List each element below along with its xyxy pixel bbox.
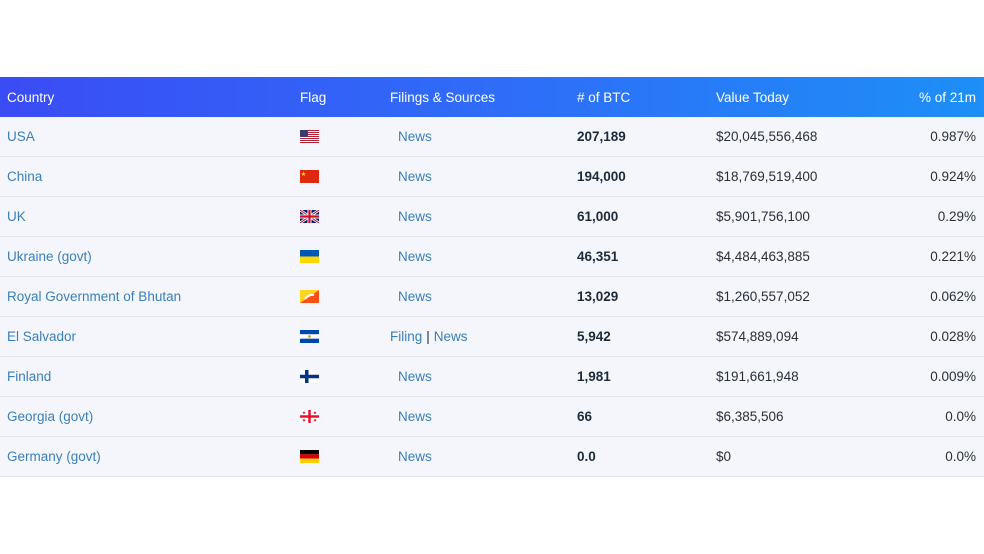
country-link[interactable]: Germany (govt) (7, 449, 101, 464)
georgia-flag-icon (300, 410, 319, 423)
sources-cell: News (390, 409, 432, 424)
btc-amount: 66 (577, 409, 593, 424)
value-today: $191,661,948 (716, 369, 799, 384)
sources-cell: News (390, 129, 432, 144)
country-link[interactable]: El Salvador (7, 329, 76, 344)
btc-amount: 61,000 (577, 209, 619, 224)
el-salvador-flag-icon (300, 330, 319, 343)
table-row: USA News 207,189 $20,045,556,468 0.987% (0, 117, 984, 157)
china-flag-icon (300, 170, 319, 183)
header-value[interactable]: Value Today (716, 90, 789, 105)
btc-amount: 46,351 (577, 249, 619, 264)
source-separator (390, 209, 398, 224)
sources-cell: News (390, 169, 432, 184)
news-link[interactable]: News (398, 249, 432, 264)
source-separator (390, 169, 398, 184)
header-pct[interactable]: % of 21m (919, 90, 976, 105)
sources-cell: Filing | News (390, 329, 468, 344)
news-link[interactable]: News (398, 129, 432, 144)
sources-cell: News (390, 449, 432, 464)
table-row: Finland News 1,981 $191,661,948 0.009% (0, 357, 984, 397)
source-separator: | (426, 329, 430, 344)
value-today: $4,484,463,885 (716, 249, 810, 264)
header-filings[interactable]: Filings & Sources (390, 90, 495, 105)
pct-of-21m: 0.29% (937, 209, 976, 224)
btc-amount: 0.0 (577, 449, 596, 464)
btc-amount: 194,000 (577, 169, 626, 184)
source-separator (390, 289, 398, 304)
pct-of-21m: 0.062% (930, 289, 976, 304)
source-separator (390, 409, 398, 424)
table-row: Germany (govt) News 0.0 $0 0.0% (0, 437, 984, 477)
value-today: $1,260,557,052 (716, 289, 810, 304)
sources-cell: News (390, 369, 432, 384)
sources-cell: News (390, 289, 432, 304)
country-link[interactable]: Royal Government of Bhutan (7, 289, 181, 304)
btc-amount: 5,942 (577, 329, 611, 344)
news-link[interactable]: News (398, 369, 432, 384)
value-today: $18,769,519,400 (716, 169, 818, 184)
country-link[interactable]: Ukraine (govt) (7, 249, 92, 264)
btc-amount: 207,189 (577, 129, 626, 144)
news-link[interactable]: News (398, 169, 432, 184)
germany-flag-icon (300, 450, 319, 463)
value-today: $20,045,556,468 (716, 129, 818, 144)
sources-cell: News (390, 209, 432, 224)
source-separator (390, 369, 398, 384)
news-link[interactable]: News (398, 409, 432, 424)
header-btc[interactable]: # of BTC (577, 90, 630, 105)
pct-of-21m: 0.221% (930, 249, 976, 264)
pct-of-21m: 0.028% (930, 329, 976, 344)
pct-of-21m: 0.0% (945, 409, 976, 424)
value-today: $574,889,094 (716, 329, 799, 344)
country-link[interactable]: Georgia (govt) (7, 409, 93, 424)
finland-flag-icon (300, 370, 319, 383)
value-today: $5,901,756,100 (716, 209, 810, 224)
table-row: El Salvador Filing | News 5,942 $574,889,0… (0, 317, 984, 357)
btc-amount: 13,029 (577, 289, 619, 304)
header-flag[interactable]: Flag (300, 90, 326, 105)
bhutan-flag-icon (300, 290, 319, 303)
ukraine-flag-icon (300, 250, 319, 263)
news-link[interactable]: News (398, 209, 432, 224)
news-link[interactable]: News (398, 289, 432, 304)
country-link[interactable]: Finland (7, 369, 51, 384)
pct-of-21m: 0.987% (930, 129, 976, 144)
table-row: Ukraine (govt) News 46,351 $4,484,463,88… (0, 237, 984, 277)
table-row: China News 194,000 $18,769,519,400 0.924… (0, 157, 984, 197)
table-row: Georgia (govt) News 66 $6,385,506 0.0% (0, 397, 984, 437)
source-separator (390, 129, 398, 144)
table-row: Royal Government of Bhutan News 13,029 $… (0, 277, 984, 317)
btc-holdings-table: Country Flag Filings & Sources # of BTC … (0, 77, 984, 477)
value-today: $0 (716, 449, 732, 464)
table-row: UK News 61,000 $5,901,756,100 0.29% (0, 197, 984, 237)
source-separator (390, 449, 398, 464)
country-link[interactable]: USA (7, 129, 35, 144)
source-separator (390, 249, 398, 264)
filing-link[interactable]: Filing (390, 329, 422, 344)
usa-flag-icon (300, 130, 319, 143)
uk-flag-icon (300, 210, 319, 223)
pct-of-21m: 0.924% (930, 169, 976, 184)
table-header: Country Flag Filings & Sources # of BTC … (0, 77, 984, 117)
header-country[interactable]: Country (7, 90, 54, 105)
news-link[interactable]: News (434, 329, 468, 344)
btc-amount: 1,981 (577, 369, 611, 384)
news-link[interactable]: News (398, 449, 432, 464)
country-link[interactable]: UK (7, 209, 26, 224)
value-today: $6,385,506 (716, 409, 784, 424)
sources-cell: News (390, 249, 432, 264)
pct-of-21m: 0.009% (930, 369, 976, 384)
country-link[interactable]: China (7, 169, 42, 184)
pct-of-21m: 0.0% (945, 449, 976, 464)
